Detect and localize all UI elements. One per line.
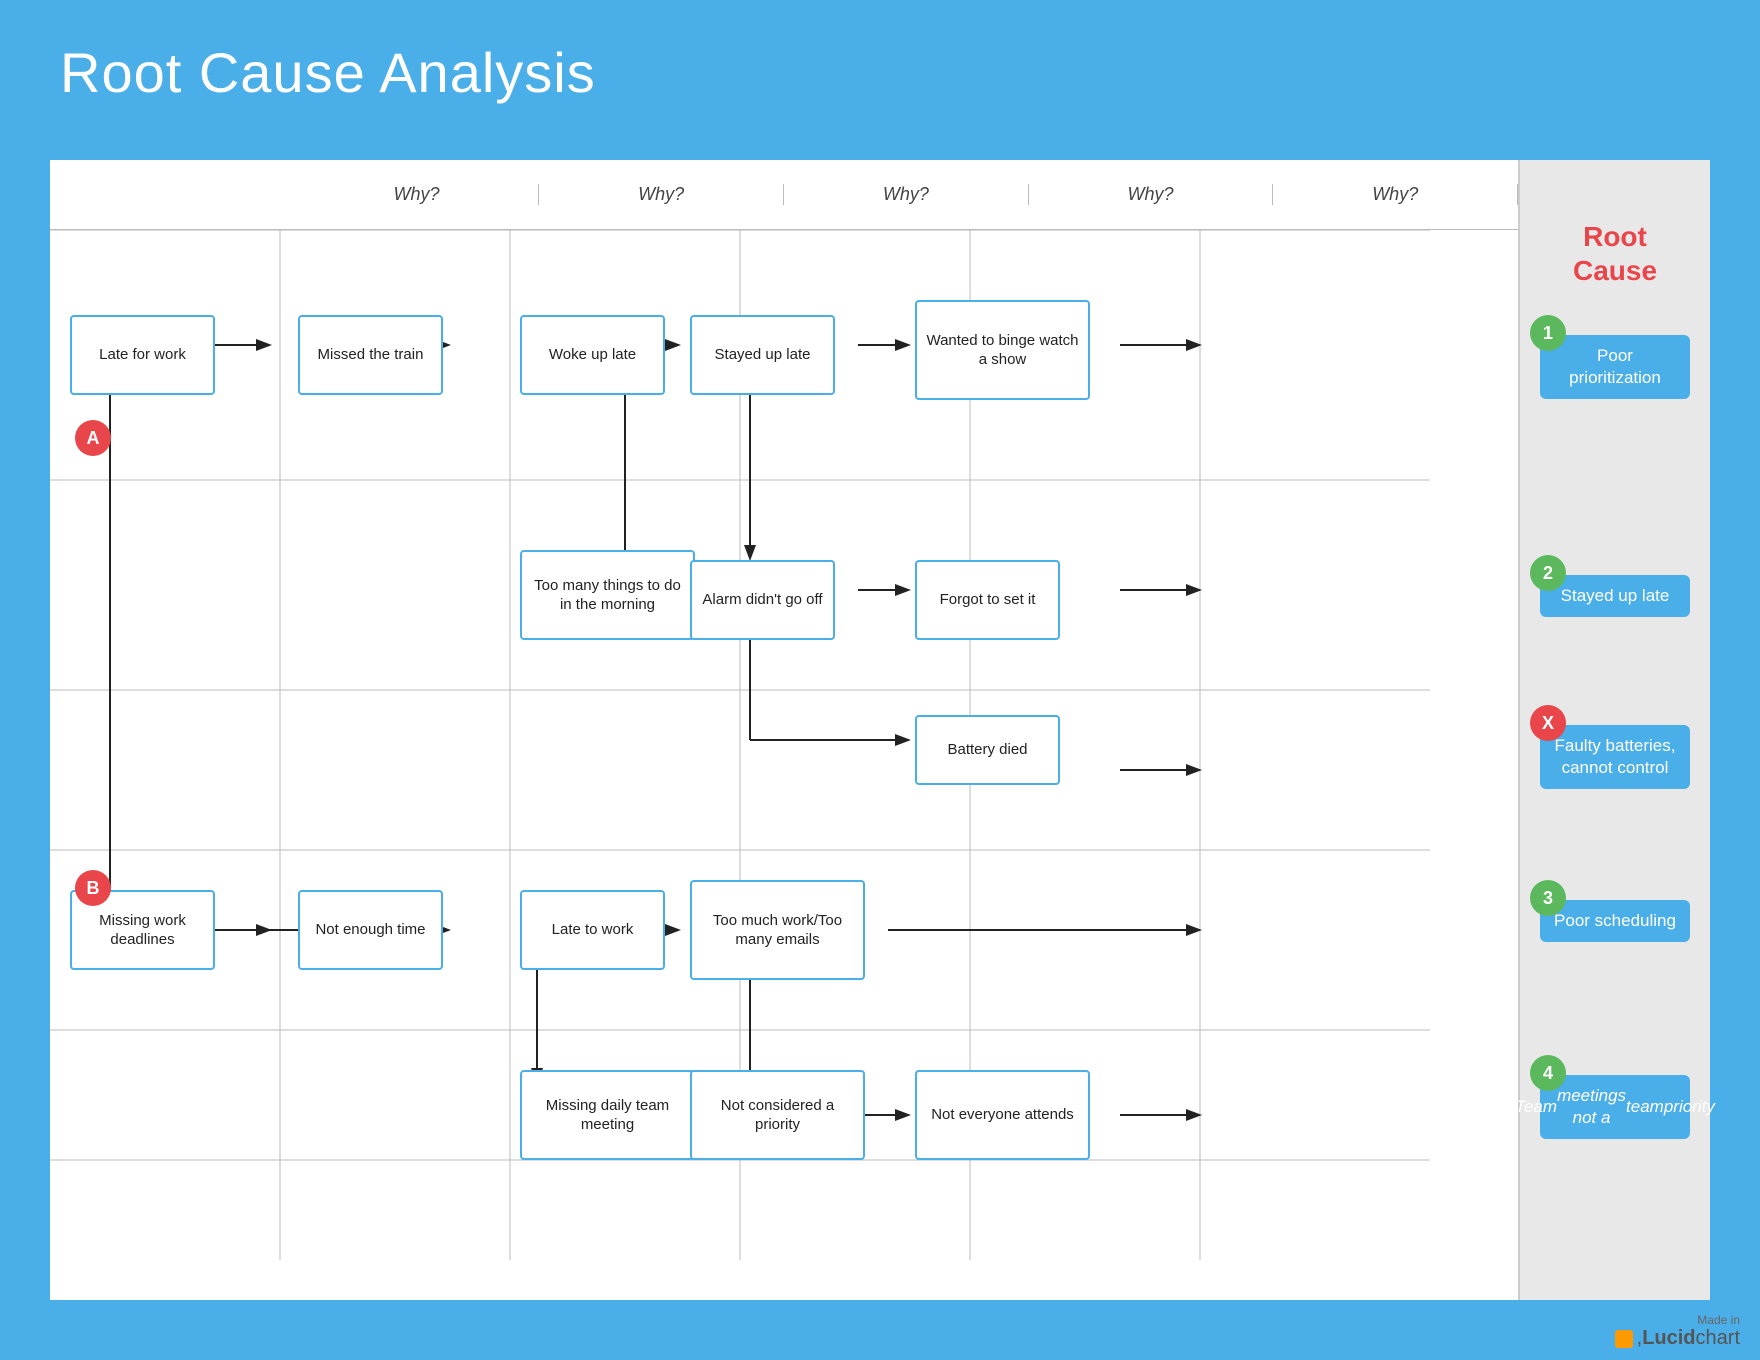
page-header: Root Cause Analysis [0,0,1760,135]
box-missed-train: Missed the train [298,315,443,395]
column-headers: Why? Why? Why? Why? Why? [50,160,1518,230]
box-missing-meeting: Missing daily team meeting [520,1070,695,1160]
root-cause-title: RootCause [1573,220,1657,287]
box-too-many-morning: Too many things to do in the morning [520,550,695,640]
diagram-area: Why? Why? Why? Why? Why? [50,160,1520,1300]
rc-circle-2: 2 [1530,555,1566,591]
box-stayed-up-late: Stayed up late [690,315,835,395]
rc-box-1: Poor prioritization [1540,335,1690,399]
box-battery-died: Battery died [915,715,1060,785]
rc-circle-3: 3 [1530,880,1566,916]
watermark: Made in ,Lucidchart [1615,1313,1740,1350]
box-late-to-work: Late to work [520,890,665,970]
root-cause-column: RootCause 1 Poor prioritization 2 Stayed… [1520,160,1710,1300]
watermark-made-in: Made in [1697,1313,1740,1327]
box-forgot-set: Forgot to set it [915,560,1060,640]
rc-circle-4: 4 [1530,1055,1566,1091]
box-not-everyone: Not everyone attends [915,1070,1090,1160]
rc-circle-x: X [1530,705,1566,741]
box-woke-up-late: Woke up late [520,315,665,395]
box-wanted-binge: Wanted to binge watch a show [915,300,1090,400]
rc-circle-1: 1 [1530,315,1566,351]
col-header-why4: Why? [1029,184,1274,205]
box-alarm-didnt: Alarm didn't go off [690,560,835,640]
box-not-enough-time: Not enough time [298,890,443,970]
box-too-much-work: Too much work/Too many emails [690,880,865,980]
rc-box-4: Team meetings not a team priority [1540,1075,1690,1139]
col-header-why5: Why? [1273,184,1518,205]
box-not-considered: Not considered a priority [690,1070,865,1160]
col-header-why3: Why? [784,184,1029,205]
main-area: Why? Why? Why? Why? Why? [50,160,1710,1300]
watermark-brand: ,Lucidchart [1615,1327,1740,1350]
page-title: Root Cause Analysis [60,40,1700,105]
col-header-why2: Why? [539,184,784,205]
row-label-b: B [75,870,111,906]
box-late-for-work: Late for work [70,315,215,395]
row-label-a: A [75,420,111,456]
col-header-why1: Why? [295,184,540,205]
rc-box-x: Faulty batteries, cannot control [1540,725,1690,789]
